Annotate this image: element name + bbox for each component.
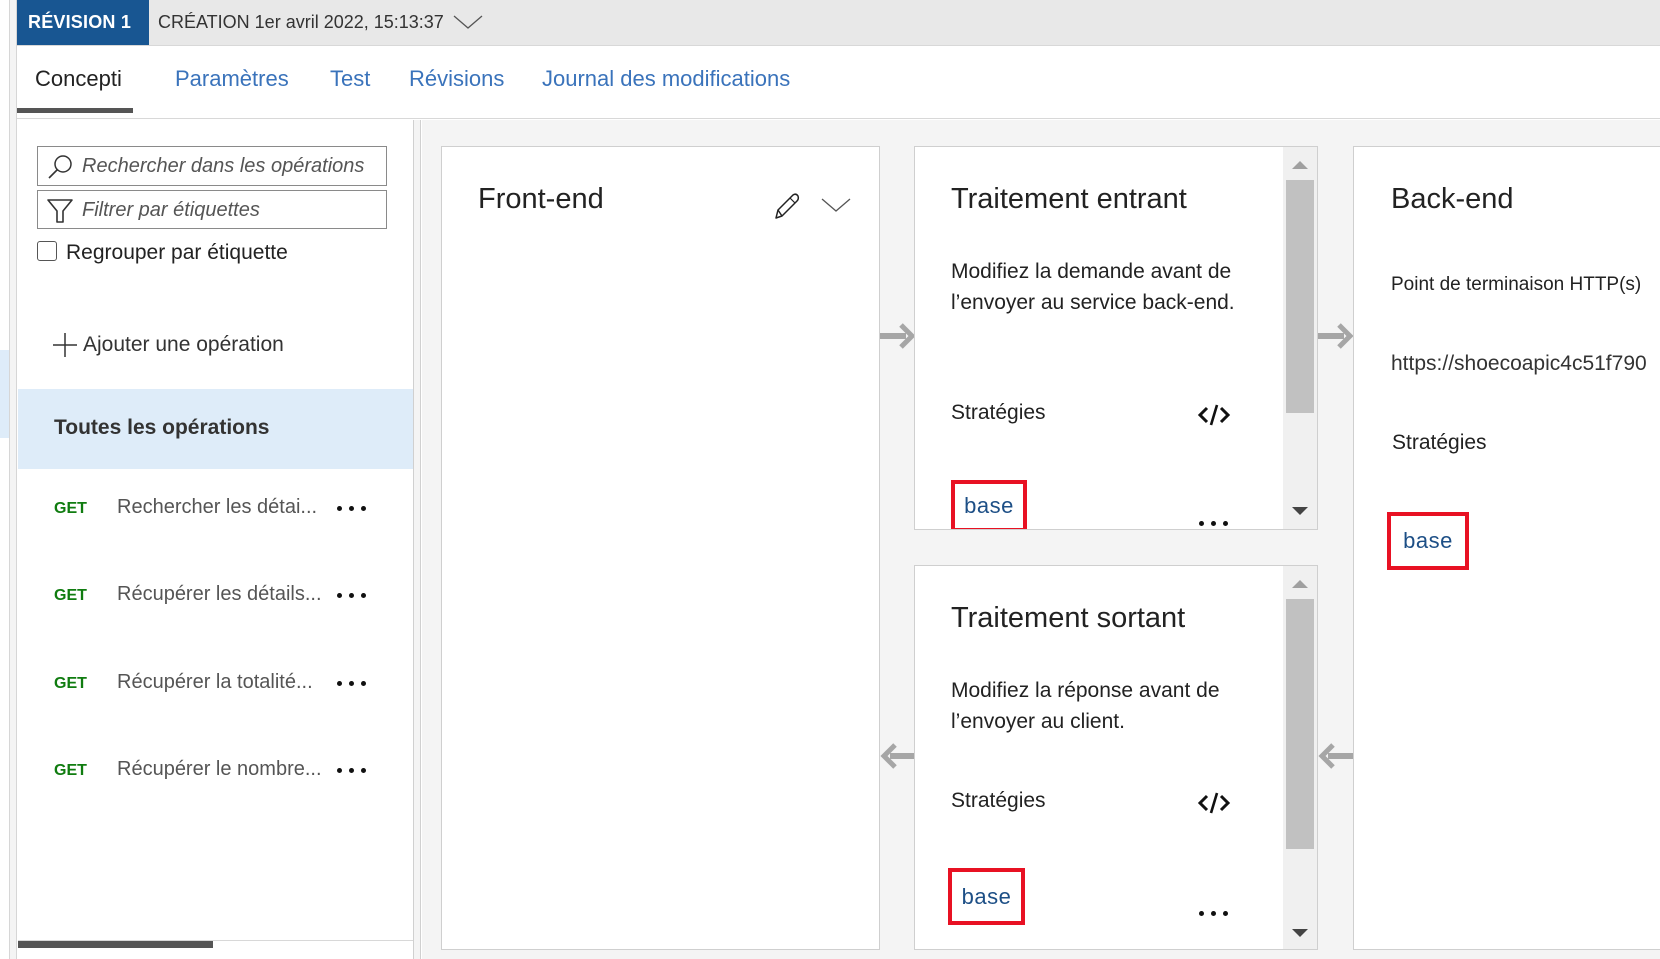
filter-icon <box>47 199 73 223</box>
plus-icon <box>53 333 77 357</box>
scrollbar-thumb[interactable] <box>1286 599 1314 849</box>
revision-created-date: CRÉATION 1er avril 2022, 15:13:37 <box>158 12 444 32</box>
code-editor-icon[interactable] <box>1197 790 1231 816</box>
outer-nav-selected-indicator <box>0 350 9 438</box>
group-by-tag-checkbox[interactable] <box>37 241 57 261</box>
inbound-title: Traitement entrant <box>951 183 1187 215</box>
operation-name: Récupérer le nombre... <box>117 758 322 780</box>
more-options-icon[interactable] <box>1197 518 1231 529</box>
frontend-title: Front-end <box>478 183 604 215</box>
backend-card: Back-end Point de terminaison HTTP(s) ht… <box>1353 146 1660 950</box>
backend-title: Back-end <box>1391 183 1514 215</box>
group-by-tag-row[interactable]: Regrouper par étiquette <box>37 238 288 268</box>
tab-bar: Concepti Paramètres Test Révisions Journ… <box>17 46 1660 119</box>
active-tab-indicator <box>17 108 133 113</box>
inbound-description: Modifiez la demande avant de l’envoyer a… <box>951 260 1235 314</box>
scrollbar-thumb[interactable] <box>1286 180 1314 413</box>
inbound-base-policy-link[interactable]: base <box>951 480 1027 529</box>
outbound-policies-label: Stratégies <box>951 789 1046 812</box>
more-options-icon[interactable] <box>335 671 369 691</box>
sidebar-horizontal-scrollbar[interactable] <box>18 941 213 948</box>
http-method-badge: GET <box>54 500 87 517</box>
all-operations-item[interactable]: Toutes les opérations <box>18 389 413 469</box>
scroll-down-icon[interactable] <box>1292 507 1308 515</box>
code-editor-icon[interactable] <box>1197 402 1231 428</box>
policy-designer-canvas: Front-end Traitement entrant Modifiez la… <box>422 120 1660 959</box>
outer-nav-rail <box>9 0 17 959</box>
operation-name: Rechercher les détai... <box>117 496 318 518</box>
operation-item[interactable]: GET Récupérer la totalité... <box>17 657 412 717</box>
operation-item[interactable]: GET Récupérer le nombre... <box>17 744 412 804</box>
add-operation-label: Ajouter une opération <box>83 333 284 356</box>
search-operations-field[interactable] <box>37 146 387 186</box>
operation-item[interactable]: GET Récupérer les détails... <box>17 569 412 629</box>
arrow-right-icon <box>1318 323 1354 349</box>
backend-endpoint-url[interactable]: https://shoecoapic4c51f790 <box>1391 352 1647 376</box>
backend-endpoint-label: Point de terminaison HTTP(s) <box>1391 274 1642 295</box>
inbound-processing-card: Traitement entrant Modifiez la demande a… <box>914 146 1318 530</box>
group-by-tag-label: Regrouper par étiquette <box>66 241 288 264</box>
more-options-icon[interactable] <box>335 758 369 778</box>
search-operations-input[interactable] <box>82 147 382 185</box>
arrow-left-icon <box>1318 743 1354 769</box>
search-icon <box>48 155 72 179</box>
more-options-icon[interactable] <box>1197 908 1231 920</box>
add-operation-button[interactable]: Ajouter une opération <box>51 330 284 360</box>
more-options-icon[interactable] <box>335 496 369 516</box>
operation-name: Récupérer la totalité... <box>117 671 313 693</box>
operations-sidebar: Regrouper par étiquette Ajouter une opér… <box>17 120 414 959</box>
outbound-title: Traitement sortant <box>951 602 1186 634</box>
tab-test[interactable]: Test <box>330 66 370 92</box>
chevron-down-icon[interactable] <box>821 197 851 213</box>
http-method-badge: GET <box>54 587 87 604</box>
sidebar-splitter[interactable] <box>414 120 421 959</box>
tab-changelog[interactable]: Journal des modifications <box>542 66 790 92</box>
more-options-icon[interactable] <box>335 583 369 603</box>
arrow-left-icon <box>880 743 916 769</box>
outbound-vertical-scrollbar[interactable] <box>1283 566 1317 949</box>
pencil-icon[interactable] <box>772 191 800 221</box>
scroll-up-icon[interactable] <box>1292 161 1308 169</box>
http-method-badge: GET <box>54 675 87 692</box>
scroll-up-icon[interactable] <box>1292 580 1308 588</box>
revision-header: RÉVISION 1 CRÉATION 1er avril 2022, 15:1… <box>17 0 1660 46</box>
operation-item[interactable]: GET Rechercher les détai... <box>17 482 412 542</box>
backend-base-policy-link[interactable]: base <box>1387 512 1469 570</box>
outbound-processing-card: Traitement sortant Modifiez la réponse a… <box>914 565 1318 950</box>
filter-tags-field[interactable] <box>37 190 387 229</box>
backend-policies-label: Stratégies <box>1392 431 1487 454</box>
http-method-badge: GET <box>54 762 87 779</box>
revision-badge: RÉVISION 1 <box>17 0 149 45</box>
inbound-policies-label: Stratégies <box>951 401 1046 424</box>
chevron-down-icon[interactable] <box>453 14 483 30</box>
arrow-right-icon <box>880 323 916 349</box>
outbound-base-policy-link[interactable]: base <box>948 868 1025 925</box>
all-operations-label: Toutes les opérations <box>54 416 270 439</box>
tab-design[interactable]: Concepti <box>35 66 122 92</box>
tab-settings[interactable]: Paramètres <box>175 66 289 92</box>
inbound-vertical-scrollbar[interactable] <box>1283 147 1317 529</box>
scroll-down-icon[interactable] <box>1292 929 1308 937</box>
operation-name: Récupérer les détails... <box>117 583 322 605</box>
frontend-card: Front-end <box>441 146 880 950</box>
outer-nav-strip <box>0 0 9 959</box>
tab-revisions[interactable]: Révisions <box>409 66 504 92</box>
filter-tags-input[interactable] <box>82 191 382 229</box>
outbound-description: Modifiez la réponse avant de l’envoyer a… <box>951 679 1220 733</box>
